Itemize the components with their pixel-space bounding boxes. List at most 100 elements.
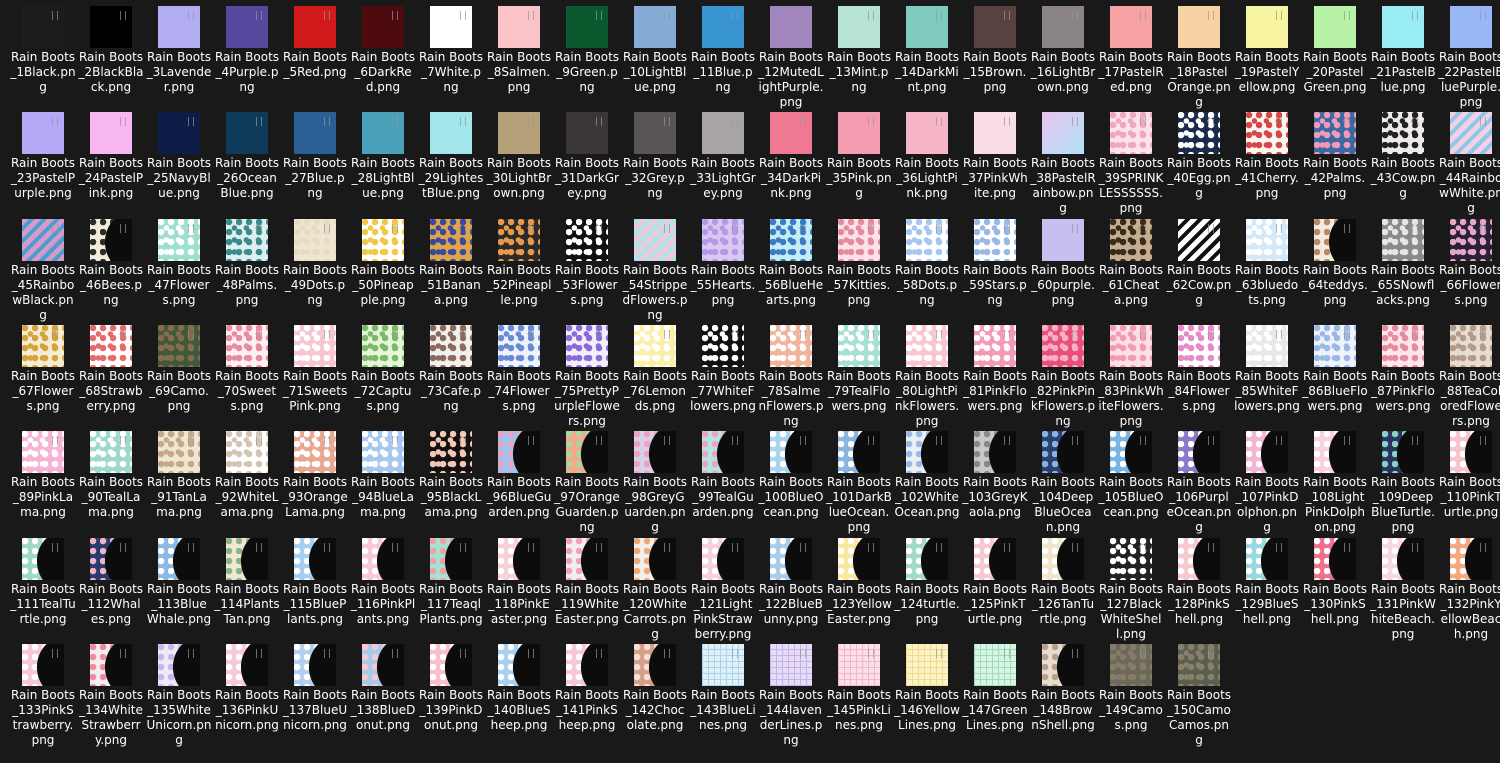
file-item[interactable]: Rain Boots_132PinkYellowBeach.png	[1438, 534, 1500, 641]
file-item[interactable]: Rain Boots_137BlueUnicorn.png	[282, 640, 348, 744]
file-item[interactable]: Rain Boots_40Egg.png	[1166, 108, 1232, 212]
file-item[interactable]: Rain Boots_2BlackBlack.png	[78, 2, 144, 106]
file-item[interactable]: Rain Boots_102WhiteOcean.png	[894, 427, 960, 531]
file-item[interactable]: Rain Boots_99TealGuarden.png	[690, 427, 756, 531]
file-item[interactable]: Rain Boots_83PinkWhiteFlowers.png	[1098, 321, 1164, 428]
file-item[interactable]: Rain Boots_67Flowers.png	[10, 321, 76, 425]
file-item[interactable]: Rain Boots_45RainbowBlack.png	[10, 215, 76, 322]
file-item[interactable]: Rain Boots_14DarkMint.png	[894, 2, 960, 106]
file-item[interactable]: Rain Boots_92WhiteLama.png	[214, 427, 280, 531]
file-item[interactable]: Rain Boots_22PastelBluePurple.png	[1438, 2, 1500, 109]
file-item[interactable]: Rain Boots_50Pineapple.png	[350, 215, 416, 319]
file-item[interactable]: Rain Boots_108LightPinkDolphon.png	[1302, 427, 1368, 534]
file-item[interactable]: Rain Boots_110PinkTurtle.png	[1438, 427, 1500, 531]
file-item[interactable]: Rain Boots_31DarkGrey.png	[554, 108, 620, 212]
file-item[interactable]: Rain Boots_51Banana.png	[418, 215, 484, 319]
file-item[interactable]: Rain Boots_109DeepBlueTurtle.png	[1370, 427, 1436, 534]
file-item[interactable]: Rain Boots_143BlueLines.png	[690, 640, 756, 744]
file-item[interactable]: Rain Boots_135WhiteUnicorn.png	[146, 640, 212, 747]
file-item[interactable]: Rain Boots_127BlackWhiteShell.png	[1098, 534, 1164, 641]
file-item[interactable]: Rain Boots_82PinkPinkFlowers.png	[1030, 321, 1096, 428]
file-item[interactable]: Rain Boots_145PinkLines.png	[826, 640, 892, 744]
file-item[interactable]: Rain Boots_20PastelGreen.png	[1302, 2, 1368, 106]
file-item[interactable]: Rain Boots_11Blue.png	[690, 2, 756, 106]
file-item[interactable]: Rain Boots_66Flowers.png	[1438, 215, 1500, 319]
file-item[interactable]: Rain Boots_41Cherry.png	[1234, 108, 1300, 212]
file-item[interactable]: Rain Boots_140BlueSheep.png	[486, 640, 552, 744]
file-item[interactable]: Rain Boots_93OrangeLama.png	[282, 427, 348, 531]
file-item[interactable]: Rain Boots_84Flowers.png	[1166, 321, 1232, 425]
file-item[interactable]: Rain Boots_150CamoCamos.png	[1166, 640, 1232, 747]
file-item[interactable]: Rain Boots_1Black.png	[10, 2, 76, 106]
file-item[interactable]: Rain Boots_144lavenderLines.png	[758, 640, 824, 747]
file-item[interactable]: Rain Boots_58Dots.png	[894, 215, 960, 319]
file-item[interactable]: Rain Boots_24PastelPink.png	[78, 108, 144, 212]
file-item[interactable]: Rain Boots_87PinkFlowers.png	[1370, 321, 1436, 425]
file-item[interactable]: Rain Boots_56BlueHearts.png	[758, 215, 824, 319]
file-item[interactable]: Rain Boots_124turtle.png	[894, 534, 960, 638]
file-item[interactable]: Rain Boots_141PinkSheep.png	[554, 640, 620, 744]
file-item[interactable]: Rain Boots_85WhiteFlowers.png	[1234, 321, 1300, 425]
file-item[interactable]: Rain Boots_97OrangeGuarden.png	[554, 427, 620, 534]
file-item[interactable]: Rain Boots_89PinkLama.png	[10, 427, 76, 531]
file-item[interactable]: Rain Boots_126TanTurtle.png	[1030, 534, 1096, 638]
file-item[interactable]: Rain Boots_118PinkEaster.png	[486, 534, 552, 638]
file-item[interactable]: Rain Boots_27Blue.png	[282, 108, 348, 212]
file-item[interactable]: Rain Boots_38PastelRainbow.png	[1030, 108, 1096, 215]
file-item[interactable]: Rain Boots_90TealLama.png	[78, 427, 144, 531]
file-item[interactable]: Rain Boots_107PinkDolphon.png	[1234, 427, 1300, 534]
file-item[interactable]: Rain Boots_79TealFlowers.png	[826, 321, 892, 425]
file-item[interactable]: Rain Boots_64teddys.png	[1302, 215, 1368, 319]
file-item[interactable]: Rain Boots_94BlueLama.png	[350, 427, 416, 531]
file-item[interactable]: Rain Boots_74Flowers.png	[486, 321, 552, 425]
file-item[interactable]: Rain Boots_149Camos.png	[1098, 640, 1164, 744]
file-item[interactable]: Rain Boots_43Cow.png	[1370, 108, 1436, 212]
file-item[interactable]: Rain Boots_76Lemonds.png	[622, 321, 688, 425]
file-item[interactable]: Rain Boots_131PinkWhiteBeach.png	[1370, 534, 1436, 641]
file-item[interactable]: Rain Boots_77WhiteFlowers.png	[690, 321, 756, 425]
file-item[interactable]: Rain Boots_10LightBlue.png	[622, 2, 688, 106]
file-item[interactable]: Rain Boots_13Mint.png	[826, 2, 892, 106]
file-item[interactable]: Rain Boots_146YellowLines.png	[894, 640, 960, 744]
file-item[interactable]: Rain Boots_46Bees.png	[78, 215, 144, 319]
file-item[interactable]: Rain Boots_3Lavender.png	[146, 2, 212, 106]
file-item[interactable]: Rain Boots_29LightestBlue.png	[418, 108, 484, 212]
file-item[interactable]: Rain Boots_98GreyGuarden.png	[622, 427, 688, 534]
file-item[interactable]: Rain Boots_53Flowers.png	[554, 215, 620, 319]
file-item[interactable]: Rain Boots_112Whales.png	[78, 534, 144, 638]
file-item[interactable]: Rain Boots_54StrippedFlowers.png	[622, 215, 688, 322]
file-item[interactable]: Rain Boots_26OceanBlue.png	[214, 108, 280, 212]
file-item[interactable]: Rain Boots_71SweetsPink.png	[282, 321, 348, 425]
file-item[interactable]: Rain Boots_95BlackLama.png	[418, 427, 484, 531]
file-item[interactable]: Rain Boots_47Flowers.png	[146, 215, 212, 319]
file-item[interactable]: Rain Boots_5Red.png	[282, 2, 348, 106]
file-item[interactable]: Rain Boots_42Palms.png	[1302, 108, 1368, 212]
file-item[interactable]: Rain Boots_44RainbowWhite.png	[1438, 108, 1500, 215]
file-item[interactable]: Rain Boots_104DeepBlueOcean.png	[1030, 427, 1096, 534]
file-item[interactable]: Rain Boots_6DarkRed.png	[350, 2, 416, 106]
file-item[interactable]: Rain Boots_100BlueOcean.png	[758, 427, 824, 531]
file-item[interactable]: Rain Boots_115BluePlants.png	[282, 534, 348, 638]
file-item[interactable]: Rain Boots_30LightBrown.png	[486, 108, 552, 212]
file-item[interactable]: Rain Boots_75PrettyPurpleFlowers.png	[554, 321, 620, 428]
file-item[interactable]: Rain Boots_23PastelPurple.png	[10, 108, 76, 212]
file-item[interactable]: Rain Boots_70Sweets.png	[214, 321, 280, 425]
file-item[interactable]: Rain Boots_96BlueGuarden.png	[486, 427, 552, 531]
file-item[interactable]: Rain Boots_68Strawberry.png	[78, 321, 144, 425]
file-item[interactable]: Rain Boots_134WhiteStrawberry.png	[78, 640, 144, 747]
file-item[interactable]: Rain Boots_147GreenLines.png	[962, 640, 1028, 744]
file-item[interactable]: Rain Boots_9Green.png	[554, 2, 620, 106]
file-item[interactable]: Rain Boots_55Hearts.png	[690, 215, 756, 319]
file-item[interactable]: Rain Boots_39SPRINKLESSSSSS.png	[1098, 108, 1164, 215]
file-item[interactable]: Rain Boots_8Salmen.png	[486, 2, 552, 106]
file-item[interactable]: Rain Boots_101DarkBlueOcean.png	[826, 427, 892, 534]
file-item[interactable]: Rain Boots_7White.png	[418, 2, 484, 106]
file-item[interactable]: Rain Boots_142Chocolate.png	[622, 640, 688, 744]
file-item[interactable]: Rain Boots_17PastelRed.png	[1098, 2, 1164, 106]
file-item[interactable]: Rain Boots_25NavyBlue.png	[146, 108, 212, 212]
file-item[interactable]: Rain Boots_123YellowEaster.png	[826, 534, 892, 638]
file-item[interactable]: Rain Boots_130PinkShell.png	[1302, 534, 1368, 638]
file-item[interactable]: Rain Boots_52Pineaplle.png	[486, 215, 552, 319]
file-item[interactable]: Rain Boots_81PinkFlowers.png	[962, 321, 1028, 425]
file-item[interactable]: Rain Boots_34DarkPink.png	[758, 108, 824, 212]
